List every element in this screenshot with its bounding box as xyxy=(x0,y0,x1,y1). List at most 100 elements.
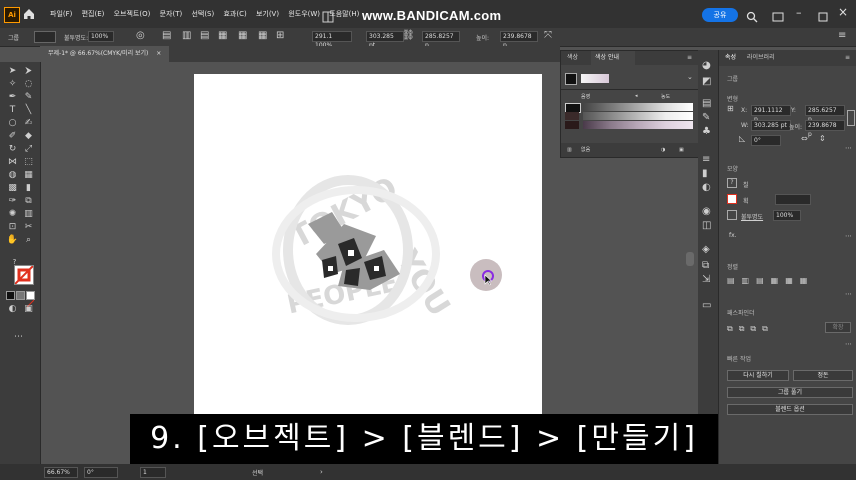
stroke-swatch[interactable] xyxy=(727,194,737,204)
y-input[interactable]: 285.6257 p xyxy=(805,105,845,123)
paintbrush-icon[interactable]: ✍ xyxy=(22,118,35,129)
brushes-icon[interactable]: ✎ xyxy=(702,112,710,123)
free-transform-icon[interactable]: ⬚ xyxy=(22,157,35,168)
pathfinder-buttons[interactable]: ⧉⧉⧉⧉ xyxy=(727,324,807,334)
x-input[interactable]: 291.1112 p xyxy=(751,105,791,123)
scale-tool-icon[interactable]: ⤢ xyxy=(22,144,35,155)
lasso-icon[interactable]: ◌ xyxy=(22,79,35,90)
shape-builder-icon[interactable]: ◍ xyxy=(6,170,19,181)
h-input[interactable]: 239.8678 p xyxy=(805,120,845,138)
color-guide-grid[interactable] xyxy=(565,103,693,129)
maximize-icon[interactable] xyxy=(818,7,828,26)
graphic-styles-icon[interactable]: ◫ xyxy=(702,220,711,231)
align-center-icon[interactable]: ▥ xyxy=(182,30,191,41)
tab-libraries[interactable]: 라이브러리 xyxy=(747,50,775,66)
menu-type[interactable]: 문자(T) xyxy=(160,10,183,18)
reference-point-icon[interactable]: ⊞ xyxy=(276,30,284,41)
share-button[interactable]: 공유 xyxy=(702,8,738,22)
harmony-strip[interactable] xyxy=(581,74,609,83)
none-mode-swatch[interactable] xyxy=(26,291,35,308)
line-tool-icon[interactable]: ╲ xyxy=(22,105,35,116)
opacity-label[interactable]: 불투명도 xyxy=(741,212,763,221)
selection-tool-icon[interactable]: ➤ xyxy=(6,66,19,77)
align-left-icon[interactable]: ▤ xyxy=(162,30,171,41)
comments-icon[interactable]: ▭ xyxy=(702,300,711,311)
direct-selection-tool-icon[interactable]: ⮞ xyxy=(22,66,35,77)
align-right-icon[interactable]: ▤ xyxy=(200,30,209,41)
canvas-vertical-scrollbar[interactable] xyxy=(686,252,694,266)
panel-menu-icon[interactable]: ≡ xyxy=(687,51,692,65)
document-tab[interactable]: 무제-1* @ 66.67%(CMYK/미리 보기) × xyxy=(40,46,170,62)
recolor-button[interactable]: 다시 칠하기 xyxy=(727,370,789,381)
type-tool-icon[interactable]: T xyxy=(6,105,19,116)
more-transform-icon[interactable]: ⋯ xyxy=(845,144,852,152)
gradient-panel-icon[interactable]: ▮ xyxy=(702,168,708,179)
properties-menu-icon[interactable]: ≡ xyxy=(845,50,850,66)
close-window-icon[interactable]: × xyxy=(838,5,848,19)
reference-point-icon[interactable]: ⊞ xyxy=(727,104,734,113)
status-arrow-icon[interactable]: › xyxy=(320,468,323,476)
curvature-tool-icon[interactable]: ✎ xyxy=(22,92,35,103)
constrain-link-icon[interactable]: ⛓ xyxy=(402,30,415,41)
align-top-icon[interactable]: ▦ xyxy=(218,30,227,41)
blend-tool-icon[interactable]: ⧉ xyxy=(22,196,35,207)
libraries-icon[interactable]: ▤ xyxy=(702,98,711,109)
magic-wand-icon[interactable]: ✧ xyxy=(6,79,19,90)
fill-swatch[interactable] xyxy=(34,31,56,43)
mesh-tool-icon[interactable]: ▩ xyxy=(6,183,19,194)
eyedropper-icon[interactable]: ✑ xyxy=(6,196,19,207)
more-pathfinder-icon[interactable]: ⋯ xyxy=(845,340,852,348)
ellipse-tool-icon[interactable]: ○ xyxy=(6,118,19,129)
layers-icon[interactable]: ◈ xyxy=(702,244,710,255)
rotate-icon[interactable]: ◺ xyxy=(739,134,745,143)
expand-button[interactable]: 확장 xyxy=(825,322,851,333)
stroke-swatch[interactable] xyxy=(14,265,34,285)
minimize-icon[interactable]: – xyxy=(796,6,802,19)
asset-export-icon[interactable]: ⇲ xyxy=(702,274,710,285)
zoom-field[interactable]: 66.67% xyxy=(44,467,78,478)
edit-colors-icon[interactable]: ◑ xyxy=(661,143,665,157)
draw-normal-icon[interactable]: ◐ xyxy=(6,304,19,315)
flip-horizontal-icon[interactable]: ⇔ xyxy=(801,134,808,143)
control-menu-icon[interactable]: ≡ xyxy=(838,30,846,41)
align-middle-icon[interactable]: ▦ xyxy=(238,30,247,41)
menu-file[interactable]: 파일(F) xyxy=(50,10,72,18)
blend-artwork[interactable]: TOKYO PEOPLE YOU xyxy=(194,74,542,414)
menu-effect[interactable]: 효과(C) xyxy=(223,10,246,18)
rotate-tool-icon[interactable]: ↻ xyxy=(6,144,19,155)
home-icon[interactable] xyxy=(22,6,36,20)
align-buttons[interactable]: ▤▥▤▦▦▦ xyxy=(727,276,847,286)
width-tool-icon[interactable]: ⋈ xyxy=(6,157,19,168)
transparency-icon[interactable]: ◐ xyxy=(702,182,711,193)
tab-color-guide[interactable]: 색상 안내 xyxy=(591,51,635,65)
menu-object[interactable]: 오브젝트(O) xyxy=(114,10,151,18)
stroke-panel-icon[interactable]: ≡ xyxy=(702,154,710,165)
graph-tool-icon[interactable]: ▥ xyxy=(22,209,35,220)
color-guide-icon[interactable]: ◩ xyxy=(702,76,711,87)
constrain-proportions-icon[interactable] xyxy=(847,110,855,126)
menu-window[interactable]: 윈도우(W) xyxy=(288,10,320,18)
tab-properties[interactable]: 속성 xyxy=(725,50,736,66)
rotate-input[interactable]: 0° xyxy=(751,135,781,146)
menu-view[interactable]: 보기(V) xyxy=(256,10,279,18)
gradient-mode-swatch[interactable] xyxy=(16,291,25,300)
arrange-documents-icon[interactable] xyxy=(772,8,784,27)
eraser-icon[interactable]: ◆ xyxy=(22,131,35,142)
flip-vertical-icon[interactable]: ⇕ xyxy=(819,134,826,143)
more-tools-icon[interactable]: ⋯ xyxy=(12,332,25,343)
artboards-icon[interactable]: ⧉ xyxy=(702,260,709,271)
h-field[interactable]: 285.8257 p xyxy=(422,31,460,49)
color-panel-icon[interactable]: ◕ xyxy=(702,60,711,71)
ungroup-button[interactable]: 그룹 풀기 xyxy=(727,387,853,398)
w-field[interactable]: 303.285 pt xyxy=(366,31,404,49)
close-tab-icon[interactable]: × xyxy=(156,50,161,57)
height-field[interactable]: 239.8678 p xyxy=(500,31,538,49)
symbols-icon[interactable]: ♣ xyxy=(702,126,711,137)
fill-swatch[interactable]: ? xyxy=(727,178,737,188)
shaper-tool-icon[interactable]: ✐ xyxy=(6,131,19,142)
tab-color[interactable]: 색상 xyxy=(567,51,578,65)
harmony-dropdown-icon[interactable]: ⌄ xyxy=(687,73,693,81)
blend-options-button[interactable]: 블렌드 옵션 xyxy=(727,404,853,415)
menu-edit[interactable]: 편집(E) xyxy=(82,10,105,18)
swatch-library-icon[interactable]: ▥ xyxy=(567,143,572,157)
